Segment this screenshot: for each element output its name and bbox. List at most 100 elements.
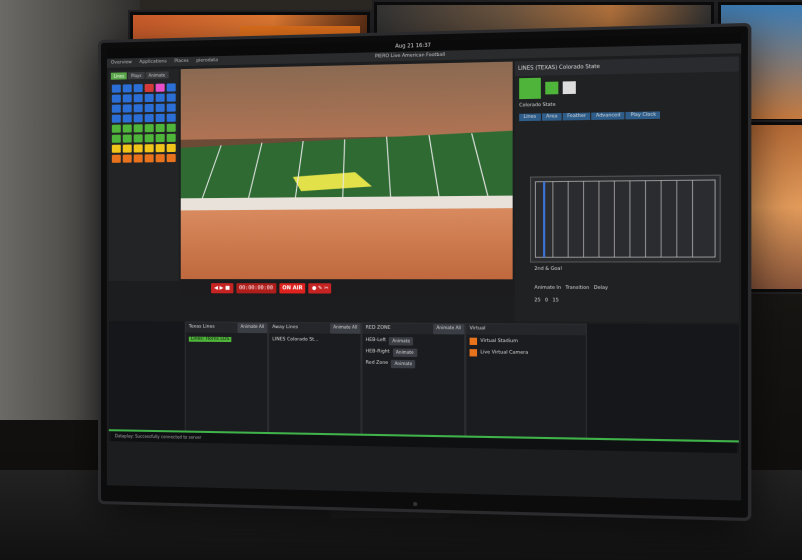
tab-feather[interactable]: Feather [562,112,591,121]
tool-icon[interactable] [166,153,176,163]
line-node[interactable] [545,81,559,95]
tab-play-clock[interactable]: Play Clock [625,111,661,120]
tool-icon[interactable] [166,133,176,142]
animate-button[interactable]: Animate [392,347,417,357]
tool-icon[interactable] [133,124,143,133]
tool-icon[interactable] [122,154,132,163]
list-item[interactable]: LINES Colorado St... [272,335,357,345]
column-header: Texas Lines Animate All [185,322,268,334]
tool-icon[interactable] [155,93,165,102]
properties-tabs: Lines Area Feather Advanced Play Clock [519,110,734,122]
item-label: HEB-Left [365,337,387,344]
tool-icon[interactable] [122,114,132,123]
list-item[interactable]: Lines: Horns LOS [188,335,264,345]
tool-icon[interactable] [144,144,154,153]
tool-icon[interactable] [122,104,132,113]
animate-in-label: Animate In [534,285,562,291]
tool-icon[interactable] [111,154,121,163]
tool-icon[interactable] [133,144,143,153]
tool-icon[interactable] [111,134,121,143]
tool-icon[interactable] [155,133,165,143]
field-diagram-lines [531,176,720,262]
on-air-button[interactable]: ON AIR [279,283,306,294]
red-zone-column: RED ZONE Animate All HEB-Left Animate HE… [361,322,466,442]
tool-icon[interactable] [133,154,143,163]
tool-icon[interactable] [166,113,176,122]
tool-icon[interactable] [122,124,132,133]
tool-icon[interactable] [166,103,176,112]
tool-icon[interactable] [122,94,132,103]
tool-icon[interactable] [122,84,132,93]
tool-icon[interactable] [155,123,165,133]
tool-icon[interactable] [111,114,121,123]
play-button[interactable]: ◀ ▶ ■ [211,283,233,294]
monitor: Aug 21 16:37 Overview Applications Place… [98,22,752,522]
tab-area[interactable]: Area [541,113,562,121]
list-item[interactable]: Live Virtual Camera [469,348,583,358]
item-label: Red Zone [365,360,389,366]
tool-icon[interactable] [133,104,143,113]
animate-button[interactable]: Animate [389,336,414,346]
tool-icon[interactable] [144,134,154,143]
tool-icon[interactable] [111,84,121,93]
tool-icon[interactable] [111,94,121,103]
column-header: Virtual [466,324,586,336]
tool-icon[interactable] [133,84,143,93]
tool-icon[interactable] [144,154,154,163]
tool-icon[interactable] [133,114,143,123]
tool-icon[interactable] [122,134,132,143]
animate-all-button[interactable]: Animate All [237,322,268,334]
tool-icon[interactable] [111,144,121,153]
column-title: Virtual [469,326,486,332]
away-lines-column: Away Lines Animate All LINES Colorado St… [268,321,362,440]
animate-all-button[interactable]: Animate All [330,323,361,334]
column-header: Away Lines Animate All [269,322,361,334]
list-item[interactable]: Virtual Stadium [469,337,583,347]
tool-icon[interactable] [155,103,165,112]
tab-lines[interactable]: Lines [110,72,128,80]
column-title: Texas Lines [188,324,215,330]
animate-in-value[interactable]: 25 [534,298,540,303]
item-label: LINES Colorado St... [272,337,319,343]
tool-icon[interactable] [144,103,154,113]
tab-animate[interactable]: Animate [145,71,169,79]
field-diagram [529,174,721,263]
tab-advanced[interactable]: Advanced [591,111,625,120]
tool-icon[interactable] [111,104,121,113]
tool-icon[interactable] [133,134,143,143]
timecode: 00:00:00:00 [236,283,277,294]
tool-icon[interactable] [144,124,154,133]
power-led [413,501,418,507]
team-name: Colorado State [519,102,556,109]
football-field [180,130,513,203]
tool-icon[interactable] [166,143,176,153]
record-button[interactable]: ● ✎ ✂ [308,283,332,294]
tab-lines[interactable]: Lines [519,113,541,122]
tool-icon[interactable] [166,123,176,132]
tool-icon[interactable] [122,144,132,153]
tool-icon[interactable] [144,114,154,123]
line-style-selector[interactable] [519,77,541,100]
animate-button[interactable]: Animate [391,359,416,368]
tool-icon[interactable] [166,83,176,92]
tool-icon[interactable] [155,144,165,153]
tool-icon[interactable] [144,83,154,93]
tab-plays[interactable]: Plays [128,71,145,80]
texas-lines-column: Texas Lines Animate All Lines: Horns LOS [184,321,269,439]
list-item[interactable]: Red Zone Animate [366,359,461,369]
tool-icon[interactable] [133,94,143,103]
tool-icon[interactable] [155,113,165,123]
tool-icon[interactable] [166,93,176,102]
delay-value[interactable]: 15 [552,298,558,303]
list-item[interactable]: HEB-Left Animate [366,336,461,346]
lower-crowd [180,208,513,280]
tool-icon[interactable] [155,83,165,92]
animate-all-button[interactable]: Animate All [433,323,465,335]
tool-icon[interactable] [111,124,121,133]
transition-value[interactable]: 0 [545,298,548,303]
tool-icon[interactable] [144,93,154,103]
list-item[interactable]: HEB-Right Animate [366,347,461,357]
tool-icon[interactable] [155,154,165,163]
animate-labels: Animate In Transition Delay [530,284,612,294]
line-node[interactable] [562,81,576,95]
